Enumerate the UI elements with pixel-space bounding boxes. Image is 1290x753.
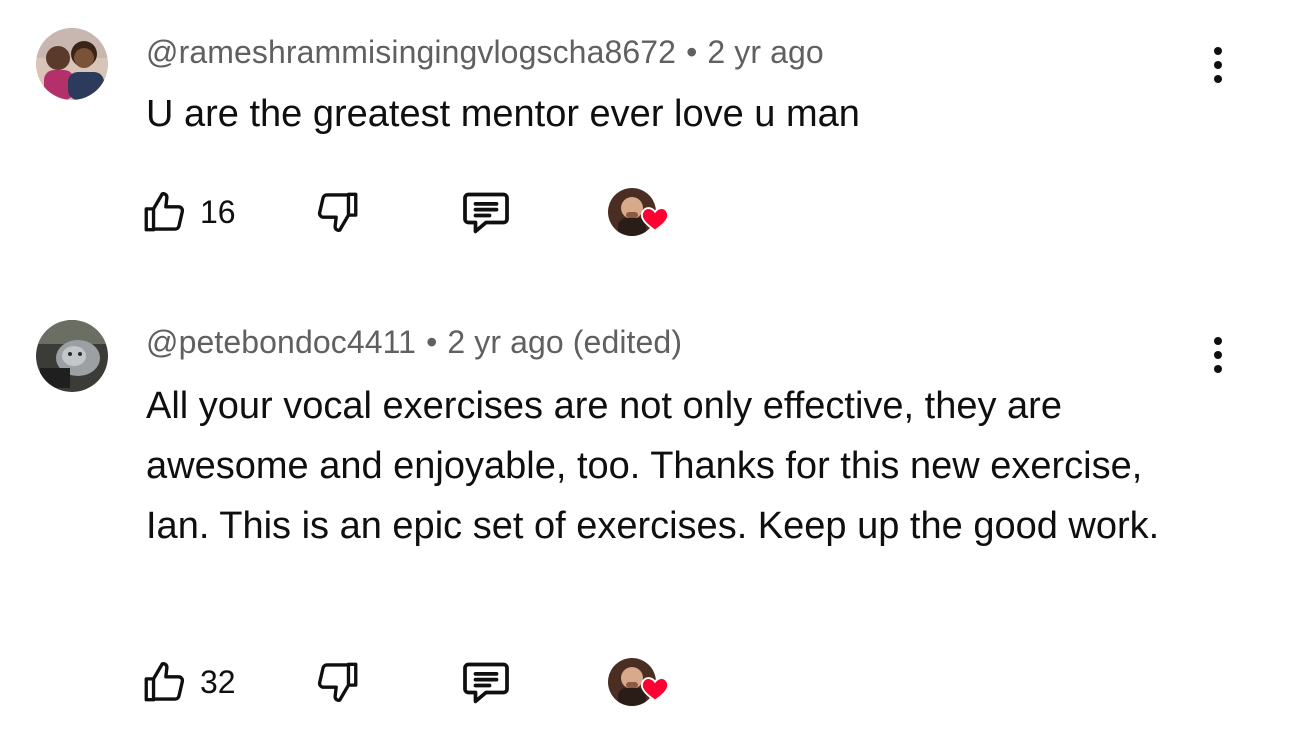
avatar[interactable] <box>36 320 108 392</box>
creator-heart <box>608 182 670 242</box>
like-count: 16 <box>200 193 236 230</box>
avatar-image <box>36 28 108 100</box>
comments-list: @rameshrammisingingvlogscha8672 • 2 yr ago… <box>0 0 1290 753</box>
dislike-button[interactable] <box>312 182 362 242</box>
comment: @rameshrammisingingvlogscha8672 • 2 yr ago… <box>0 0 1290 280</box>
like-button[interactable]: 16 <box>140 182 236 242</box>
comment: @petebondoc4411 • 2 yr ago (edited) All yo… <box>0 290 1290 750</box>
reply-button[interactable] <box>458 182 514 242</box>
comment-text: U are the greatest mentor ever love u ma… <box>146 93 860 135</box>
comment-text: All your vocal exercises are not only ef… <box>146 385 1160 547</box>
author-name[interactable]: @rameshrammisingingvlogscha8672 <box>146 34 676 70</box>
reply-button[interactable] <box>458 652 514 712</box>
like-icon <box>144 192 185 232</box>
comment-actions: 32 <box>140 652 700 712</box>
more-options-icon[interactable] <box>1198 330 1238 380</box>
comment-meta: @petebondoc4411 • 2 yr ago (edited) <box>146 324 682 361</box>
meta-separator: • <box>686 34 698 70</box>
more-options-icon[interactable] <box>1198 40 1238 90</box>
like-button[interactable]: 32 <box>140 652 236 712</box>
comment-actions: 16 <box>140 182 700 242</box>
comment-time: 2 yr ago <box>707 34 824 70</box>
creator-heart-icon <box>640 207 670 232</box>
dislike-icon <box>317 192 358 232</box>
avatar-image <box>36 320 108 392</box>
dislike-icon <box>317 662 358 702</box>
meta-separator: • <box>426 324 438 360</box>
reply-icon <box>463 662 509 704</box>
reply-icon <box>463 192 509 234</box>
creator-heart-icon <box>640 677 670 702</box>
avatar[interactable] <box>36 28 108 100</box>
comment-time: 2 yr ago (edited) <box>447 324 683 360</box>
comment-meta: @rameshrammisingingvlogscha8672 • 2 yr ago <box>146 34 824 71</box>
author-name[interactable]: @petebondoc4411 <box>146 324 416 360</box>
dislike-button[interactable] <box>312 652 362 712</box>
creator-heart <box>608 652 670 712</box>
like-icon <box>144 662 185 702</box>
like-count: 32 <box>200 663 236 700</box>
